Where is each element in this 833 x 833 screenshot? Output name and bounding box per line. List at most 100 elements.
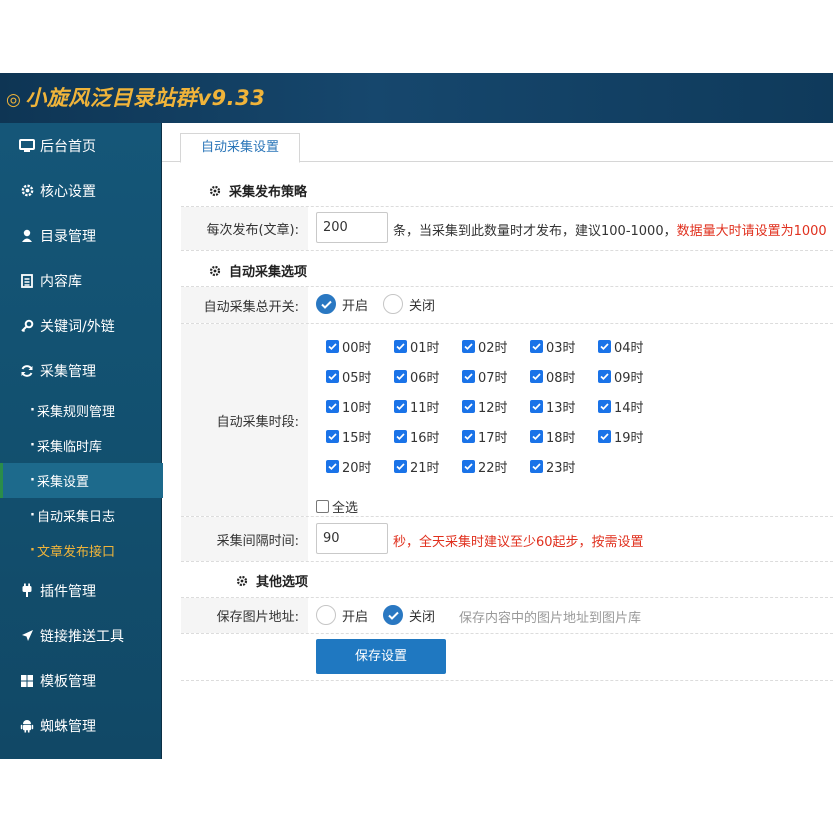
section-title-auto: 自动采集选项 (209, 261, 307, 280)
publish-note-warning: 数据量大时请设置为1000 (676, 224, 827, 239)
sidebar-item-label: 内容库 (40, 273, 82, 290)
sidebar-subitem-collect-rules[interactable]: · 采集规则管理 (0, 393, 160, 428)
auto-switch-on-radio[interactable]: 开启 (316, 294, 368, 314)
hour-checkbox[interactable]: 18时 (530, 427, 576, 446)
publish-count-note: 条，当采集到此数量时才发布，建议100-1000，数据量大时请设置为1000 (393, 220, 827, 239)
save-image-off-radio[interactable]: 关闭 (383, 605, 435, 625)
sidebar-item-label: 采集规则管理 (36, 405, 115, 420)
bullet-icon: · (30, 403, 35, 418)
key-icon (18, 317, 36, 335)
hour-checkbox[interactable]: 11时 (394, 397, 440, 416)
bullet-icon: · (30, 508, 35, 523)
hour-checkbox[interactable]: 01时 (394, 337, 440, 356)
publish-count-input[interactable]: 200 (316, 212, 388, 243)
app-title: 小旋风泛目录站群v9.33 (25, 86, 266, 110)
checkbox-label: 04时 (614, 341, 644, 356)
plug-icon (18, 582, 36, 600)
checkbox-label: 07时 (478, 371, 508, 386)
hour-checkbox[interactable]: 02时 (462, 337, 508, 356)
checkbox-checked-icon (530, 340, 543, 353)
windows-icon (18, 672, 36, 690)
checkbox-checked-icon (462, 400, 475, 413)
hour-checkbox[interactable]: 21时 (394, 457, 440, 476)
sidebar-item-directory[interactable]: 目录管理 (0, 213, 160, 258)
checkbox-label: 06时 (410, 371, 440, 386)
hour-checkbox[interactable]: 08时 (530, 367, 576, 386)
checkbox-label: 16时 (410, 431, 440, 446)
interval-note-text: 秒，全天采集时建议至少60起步，按需设置 (393, 535, 644, 550)
hour-checkbox[interactable]: 04时 (598, 337, 644, 356)
interval-input[interactable]: 90 (316, 523, 388, 554)
sidebar-item-keywords[interactable]: 关键词/外链 (0, 303, 160, 348)
sidebar-item-templates[interactable]: 模板管理 (0, 658, 160, 703)
hour-checkbox[interactable]: 05时 (326, 367, 372, 386)
checkbox-label: 14时 (614, 401, 644, 416)
hour-checkbox[interactable]: 09时 (598, 367, 644, 386)
monitor-icon (18, 137, 36, 155)
checkbox-checked-icon (394, 430, 407, 443)
hour-checkbox[interactable]: 15时 (326, 427, 372, 446)
hour-checkbox[interactable]: 16时 (394, 427, 440, 446)
hour-checkbox[interactable]: 14时 (598, 397, 644, 416)
hour-checkbox[interactable]: 00时 (326, 337, 372, 356)
checkbox-label: 全选 (332, 501, 359, 516)
hour-checkbox[interactable]: 10时 (326, 397, 372, 416)
sidebar-item-label: 采集设置 (36, 475, 89, 490)
hour-checkbox[interactable]: 19时 (598, 427, 644, 446)
sidebar-subitem-collect-settings[interactable]: · 采集设置 (0, 463, 163, 498)
sidebar-subitem-publish-api[interactable]: · 文章发布接口 (0, 533, 160, 568)
tab-auto-collect-settings[interactable]: 自动采集设置 (180, 133, 300, 163)
checkbox-empty-icon (316, 500, 329, 513)
sidebar-item-plugins[interactable]: 插件管理 (0, 568, 160, 613)
radio-circle-icon (316, 605, 336, 625)
checkbox-checked-icon (598, 370, 611, 383)
sidebar-item-home[interactable]: 后台首页 (0, 123, 160, 168)
hour-checkbox[interactable]: 23时 (530, 457, 576, 476)
sidebar-item-collect[interactable]: 采集管理 (0, 348, 160, 393)
sidebar: 后台首页 核心设置 目录管理 内容库 关键词/外链 采集管理 · 采集规则管理 … (0, 123, 163, 759)
checkbox-label: 12时 (478, 401, 508, 416)
checkbox-label: 08时 (546, 371, 576, 386)
hour-checkbox[interactable]: 07时 (462, 367, 508, 386)
checkbox-checked-icon (326, 340, 339, 353)
checkbox-checked-icon (530, 400, 543, 413)
checkbox-label: 13时 (546, 401, 576, 416)
section-title-text: 其他选项 (256, 575, 309, 590)
radio-label: 开启 (342, 298, 369, 314)
divider (181, 633, 833, 634)
select-all-checkbox[interactable]: 全选 (316, 497, 358, 516)
sidebar-item-label: 关键词/外链 (40, 318, 115, 335)
user-icon (18, 227, 36, 245)
sidebar-item-core-settings[interactable]: 核心设置 (0, 168, 160, 213)
document-icon (18, 272, 36, 290)
save-image-on-radio[interactable]: 开启 (316, 605, 368, 625)
app-logo[interactable]: ◎ 小旋风泛目录站群v9.33 (6, 82, 265, 112)
hour-checkbox[interactable]: 17时 (462, 427, 508, 446)
checkbox-label: 11时 (410, 401, 440, 416)
radio-label: 关闭 (409, 298, 436, 314)
hour-checkbox[interactable]: 22时 (462, 457, 508, 476)
section-title-publish: 采集发布策略 (209, 181, 307, 200)
auto-switch-off-radio[interactable]: 关闭 (383, 294, 435, 314)
hour-checkbox[interactable]: 12时 (462, 397, 508, 416)
hour-checkbox[interactable]: 13时 (530, 397, 576, 416)
sidebar-item-spider[interactable]: 蜘蛛管理 (0, 703, 160, 748)
sidebar-subitem-collect-log[interactable]: · 自动采集日志 (0, 498, 160, 533)
sidebar-item-label: 自动采集日志 (36, 510, 115, 525)
gear-icon (209, 185, 221, 197)
checkbox-checked-icon (326, 430, 339, 443)
radio-label: 关闭 (409, 609, 436, 625)
checkbox-checked-icon (598, 430, 611, 443)
hour-checkbox[interactable]: 03时 (530, 337, 576, 356)
sidebar-subitem-collect-temp[interactable]: · 采集临时库 (0, 428, 160, 463)
checkbox-checked-icon (326, 400, 339, 413)
section-title-other: 其他选项 (236, 571, 308, 590)
save-image-label: 保存图片地址: (181, 598, 308, 633)
sidebar-item-content[interactable]: 内容库 (0, 258, 160, 303)
save-settings-button[interactable]: 保存设置 (316, 639, 446, 674)
hour-checkbox[interactable]: 06时 (394, 367, 440, 386)
hour-checkbox[interactable]: 20时 (326, 457, 372, 476)
sidebar-item-link-push[interactable]: 链接推送工具 (0, 613, 160, 658)
top-header: ◎ 小旋风泛目录站群v9.33 (0, 73, 833, 123)
checkbox-checked-icon (462, 340, 475, 353)
